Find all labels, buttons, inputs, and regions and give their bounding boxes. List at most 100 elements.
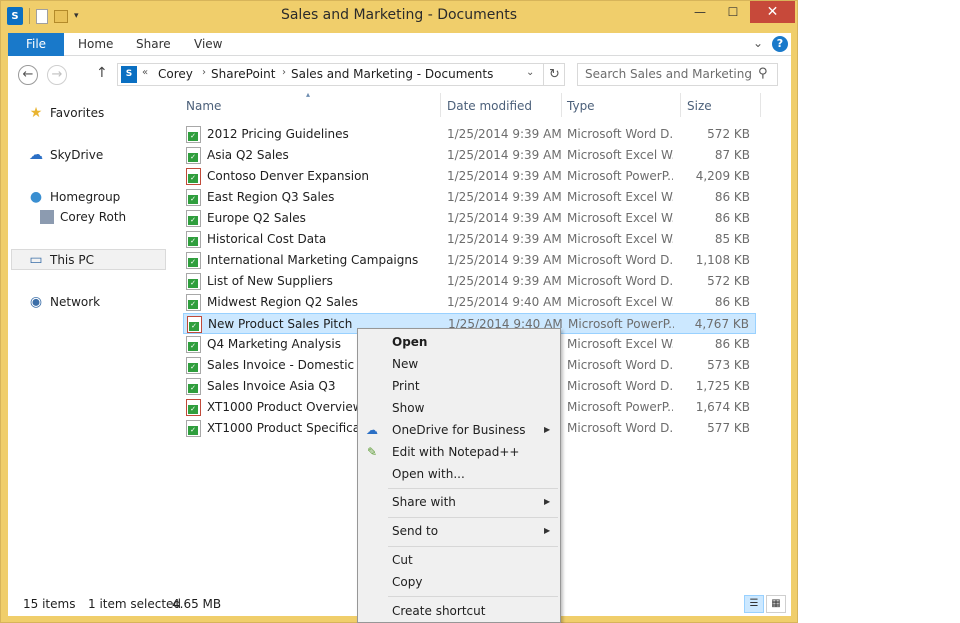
checkmark-icon: ✓ <box>188 300 198 309</box>
file-date: 1/25/2014 9:40 AM <box>447 295 562 309</box>
nav-item-network[interactable]: ◉ Network <box>28 294 100 310</box>
nav-item-label: Favorites <box>50 106 105 120</box>
menu-item-edit-notepad[interactable]: Edit with Notepad++ <box>392 445 519 459</box>
large-icons-view-button[interactable]: ▦ <box>766 595 786 613</box>
table-row[interactable]: ✓ Europe Q2 Sales 1/25/2014 9:39 AM Microso… <box>183 208 756 229</box>
file-date: 1/25/2014 9:39 AM <box>447 211 562 225</box>
file-size: 577 KB <box>707 421 750 435</box>
tab-share[interactable]: Share <box>136 33 171 56</box>
minimize-button[interactable]: — <box>685 1 715 23</box>
nav-item-label: This PC <box>50 253 94 267</box>
column-header-size[interactable]: Size <box>687 99 712 113</box>
menu-item-onedrive[interactable]: OneDrive for Business <box>392 423 525 437</box>
menu-item-print[interactable]: Print <box>392 379 420 393</box>
table-row[interactable]: ✓ List of New Suppliers 1/25/2014 9:39 AM M… <box>183 271 756 292</box>
table-row[interactable]: ✓ Contoso Denver Expansion 1/25/2014 9:39 … <box>183 166 756 187</box>
overflow-crumb-icon[interactable]: « <box>142 67 148 78</box>
nav-item-label: Homegroup <box>50 190 121 204</box>
maximize-button[interactable]: ☐ <box>718 1 748 23</box>
table-row[interactable]: ✓ Asia Q2 Sales 1/25/2014 9:39 AM Microsoft… <box>183 145 756 166</box>
checkmark-icon: ✓ <box>188 132 198 141</box>
breadcrumb-current-folder[interactable]: Sales and Marketing - Documents <box>291 67 493 81</box>
file-type: Microsoft Excel W... <box>567 148 673 162</box>
table-row[interactable]: ✓ Midwest Region Q2 Sales 1/25/2014 9:40 A… <box>183 292 756 313</box>
file-size: 86 KB <box>714 190 750 204</box>
file-name: International Marketing Campaigns <box>207 253 419 267</box>
file-type: Microsoft Word D... <box>567 358 673 372</box>
column-header-date[interactable]: Date modified <box>447 99 532 113</box>
file-type: Microsoft Excel W... <box>567 295 673 309</box>
table-row[interactable]: ✓ East Region Q3 Sales 1/25/2014 9:39 AM Mi… <box>183 187 756 208</box>
expand-ribbon-chevron-icon[interactable]: ⌄ <box>753 36 763 50</box>
menu-item-open[interactable]: Open <box>392 335 427 349</box>
column-divider[interactable] <box>440 93 441 117</box>
notepad-icon: ✎ <box>366 445 378 459</box>
file-date: 1/25/2014 9:39 AM <box>447 148 562 162</box>
menu-item-new[interactable]: New <box>392 357 418 371</box>
help-icon[interactable]: ? <box>772 36 788 52</box>
file-size: 1,108 KB <box>695 253 750 267</box>
column-divider[interactable] <box>680 93 681 117</box>
file-name: 2012 Pricing Guidelines <box>207 127 349 141</box>
file-type: Microsoft Word D... <box>567 379 673 393</box>
breadcrumb-sharepoint[interactable]: SharePoint <box>211 67 275 81</box>
file-size: 1,674 KB <box>695 400 750 414</box>
column-divider[interactable] <box>760 93 761 117</box>
document-checked-in-icon: ✓ <box>186 189 201 206</box>
checkmark-icon: ✓ <box>188 384 198 393</box>
file-date: 1/25/2014 9:39 AM <box>447 169 562 183</box>
document-checked-in-icon: ✓ <box>186 357 201 374</box>
breadcrumb-separator-icon[interactable]: › <box>202 67 206 78</box>
search-input[interactable]: Search Sales and Marketing - ... <box>585 67 753 81</box>
forward-button[interactable]: → <box>47 65 67 85</box>
file-type: Microsoft PowerP... <box>567 400 673 414</box>
tab-file[interactable]: File <box>8 33 64 56</box>
checkmark-icon: ✓ <box>188 216 198 225</box>
file-name: Midwest Region Q2 Sales <box>207 295 359 309</box>
menu-item-show[interactable]: Show <box>392 401 424 415</box>
nav-item-user[interactable]: Corey Roth <box>40 210 126 224</box>
checkmark-icon: ✓ <box>188 426 198 435</box>
close-button[interactable]: ✕ <box>750 1 795 23</box>
column-divider[interactable] <box>561 93 562 117</box>
nav-item-homegroup[interactable]: ● Homegroup <box>28 189 120 205</box>
file-date: 1/25/2014 9:39 AM <box>447 232 562 246</box>
address-bar[interactable]: S « Corey › SharePoint › Sales and Marke… <box>117 63 565 86</box>
breadcrumb-separator-icon[interactable]: › <box>282 67 286 78</box>
sharepoint-location-icon: S <box>121 66 137 83</box>
menu-item-open-with[interactable]: Open with... <box>392 467 465 481</box>
breadcrumb-corey[interactable]: Corey <box>158 67 193 81</box>
search-icon[interactable]: ⚲ <box>758 66 768 81</box>
checkmark-icon: ✓ <box>188 405 198 414</box>
network-icon: ◉ <box>29 294 43 310</box>
menu-item-send-to[interactable]: Send to <box>392 524 438 538</box>
nav-item-skydrive[interactable]: ☁ SkyDrive <box>28 147 103 163</box>
nav-item-favorites[interactable]: ★ Favorites <box>28 105 105 121</box>
refresh-button[interactable]: ↻ <box>543 64 565 85</box>
document-checked-in-icon: ✓ <box>186 231 201 248</box>
details-view-button[interactable]: ☰ <box>744 595 764 613</box>
tab-view[interactable]: View <box>194 33 222 56</box>
up-button[interactable]: ↑ <box>96 65 108 81</box>
menu-item-cut[interactable]: Cut <box>392 553 413 567</box>
search-box[interactable]: Search Sales and Marketing - ... ⚲ <box>577 63 778 86</box>
address-history-dropdown-icon[interactable]: ⌄ <box>526 67 534 78</box>
menu-divider <box>388 517 558 518</box>
column-header-type[interactable]: Type <box>567 99 595 113</box>
table-row[interactable]: ✓ 2012 Pricing Guidelines 1/25/2014 9:39 A… <box>183 124 756 145</box>
back-button[interactable]: ← <box>18 65 38 85</box>
file-size: 572 KB <box>707 274 750 288</box>
nav-item-this-pc[interactable]: ▭ This PC <box>28 252 94 268</box>
document-checked-in-icon: ✓ <box>186 420 201 437</box>
menu-divider <box>388 488 558 489</box>
table-row[interactable]: ✓ International Marketing Campaigns 1/25/2… <box>183 250 756 271</box>
table-row[interactable]: ✓ Historical Cost Data 1/25/2014 9:39 AM Mi… <box>183 229 756 250</box>
title-bar[interactable]: S ▾ Sales and Marketing - Documents — ☐ … <box>1 1 797 31</box>
tab-home[interactable]: Home <box>78 33 113 56</box>
menu-item-share-with[interactable]: Share with <box>392 495 456 509</box>
menu-item-create-shortcut[interactable]: Create shortcut <box>392 604 485 618</box>
menu-item-copy[interactable]: Copy <box>392 575 422 589</box>
column-header-name[interactable]: Name <box>186 99 221 113</box>
file-name: Sales Invoice - Domestic <box>207 358 355 372</box>
checkmark-icon: ✓ <box>188 174 198 183</box>
